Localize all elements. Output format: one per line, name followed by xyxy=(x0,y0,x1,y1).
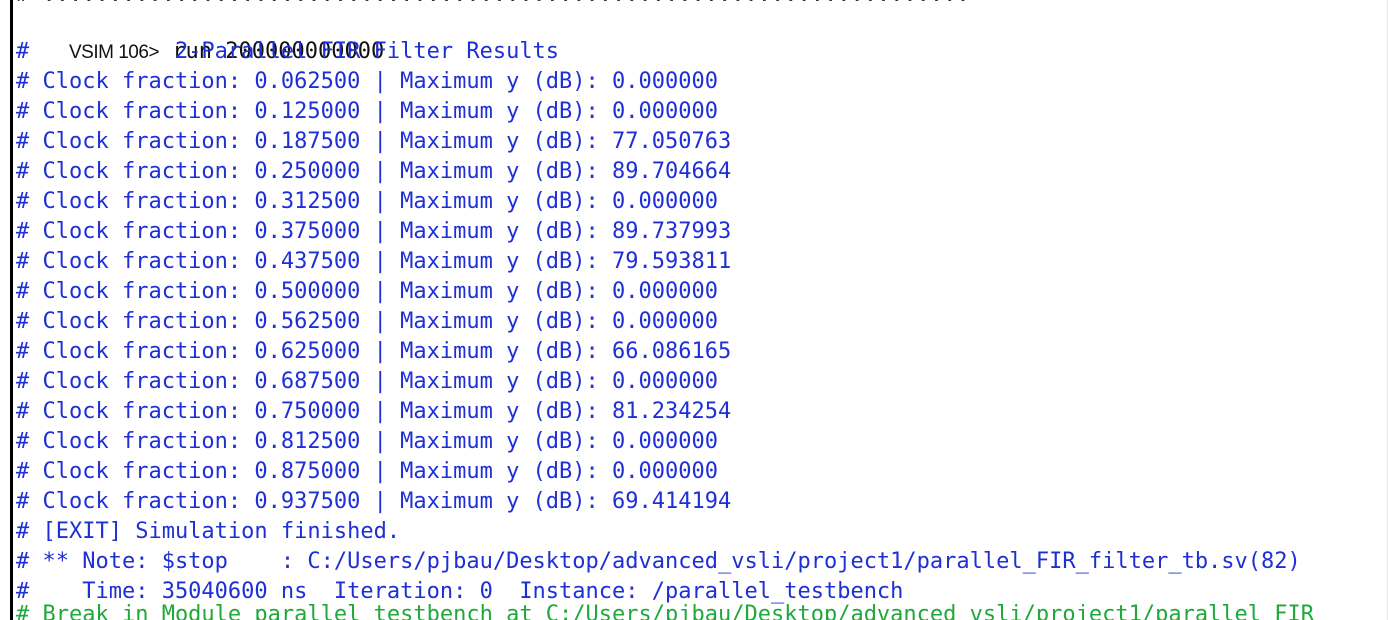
result-line: # Clock fraction: 0.312500 | Maximum y (… xyxy=(16,189,718,214)
result-line: # Clock fraction: 0.937500 | Maximum y (… xyxy=(16,489,732,514)
result-line: # Clock fraction: 0.625000 | Maximum y (… xyxy=(16,339,732,364)
result-line: # Clock fraction: 0.750000 | Maximum y (… xyxy=(16,399,732,424)
result-line: # Clock fraction: 0.500000 | Maximum y (… xyxy=(16,279,718,304)
break-message-partial: # Break in Module parallel_testbench at … xyxy=(16,602,1315,620)
result-line: # Clock fraction: 0.437500 | Maximum y (… xyxy=(16,249,732,274)
stop-note: # ** Note: $stop : C:/Users/pjbau/Deskto… xyxy=(16,549,1301,574)
result-line: # Clock fraction: 0.875000 | Maximum y (… xyxy=(16,459,718,484)
result-line: # Clock fraction: 0.375000 | Maximum y (… xyxy=(16,219,732,244)
exit-message: # [EXIT] Simulation finished. xyxy=(16,519,401,544)
console-left-border xyxy=(10,0,13,620)
result-line: # Clock fraction: 0.562500 | Maximum y (… xyxy=(16,309,718,334)
result-line: # Clock fraction: 0.062500 | Maximum y (… xyxy=(16,69,718,94)
command-line: VSIM 106> run 200000000000 xyxy=(16,7,384,64)
result-line: # Clock fraction: 0.687500 | Maximum y (… xyxy=(16,369,718,394)
result-line: # Clock fraction: 0.187500 | Maximum y (… xyxy=(16,129,732,154)
result-line: # Clock fraction: 0.812500 | Maximum y (… xyxy=(16,429,718,454)
result-line: # Clock fraction: 0.250000 | Maximum y (… xyxy=(16,159,732,184)
result-line: # Clock fraction: 0.125000 | Maximum y (… xyxy=(16,99,718,124)
console-transcript[interactable]: # ......................................… xyxy=(16,0,1388,620)
results-header: # 2-Parallel FIR Filter Results xyxy=(16,39,560,64)
